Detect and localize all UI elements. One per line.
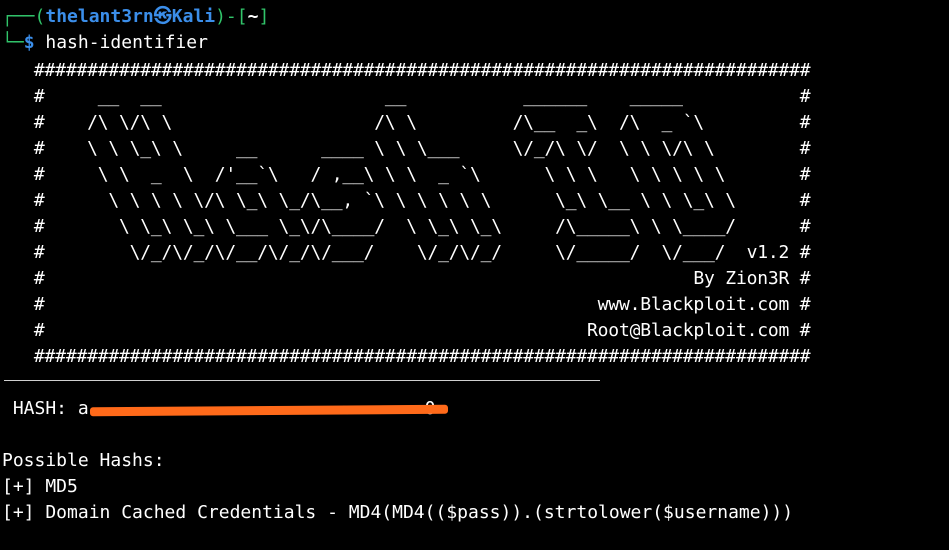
prompt-frame-end: ] bbox=[258, 6, 270, 27]
prompt-frame-bottom: └─ bbox=[2, 32, 24, 53]
hash-label: HASH: bbox=[2, 398, 78, 419]
prompt-line-2: └─$ hash-identifier bbox=[2, 30, 208, 56]
prompt-frame-mid: )-[ bbox=[215, 6, 248, 27]
result-item: [+] Domain Cached Credentials - MD4(MD4(… bbox=[2, 502, 794, 523]
result-item: [+] MD5 bbox=[2, 476, 78, 497]
hash-id-banner: ########################################… bbox=[33, 60, 811, 367]
prompt-frame-top: ┌──( bbox=[2, 6, 46, 27]
terminal-window[interactable]: ┌──(thelant3rn㉿Kali)-[~] └─$ hash-identi… bbox=[0, 0, 949, 550]
prompt-user-host: thelant3rn㉿Kali bbox=[45, 6, 216, 27]
results-heading: Possible Hashs: bbox=[2, 450, 165, 471]
redaction-mark bbox=[89, 404, 448, 417]
prompt-dollar: $ bbox=[23, 32, 35, 53]
separator-line bbox=[4, 380, 600, 381]
prompt-cwd: ~ bbox=[247, 6, 259, 27]
hash-line: HASH: a 0 bbox=[2, 396, 448, 422]
hash-value-prefix: a bbox=[77, 398, 89, 419]
command-text: hash-identifier bbox=[45, 32, 208, 53]
hash-value: a 0 bbox=[77, 396, 448, 422]
prompt-line-1: ┌──(thelant3rn㉿Kali)-[~] bbox=[2, 4, 269, 30]
